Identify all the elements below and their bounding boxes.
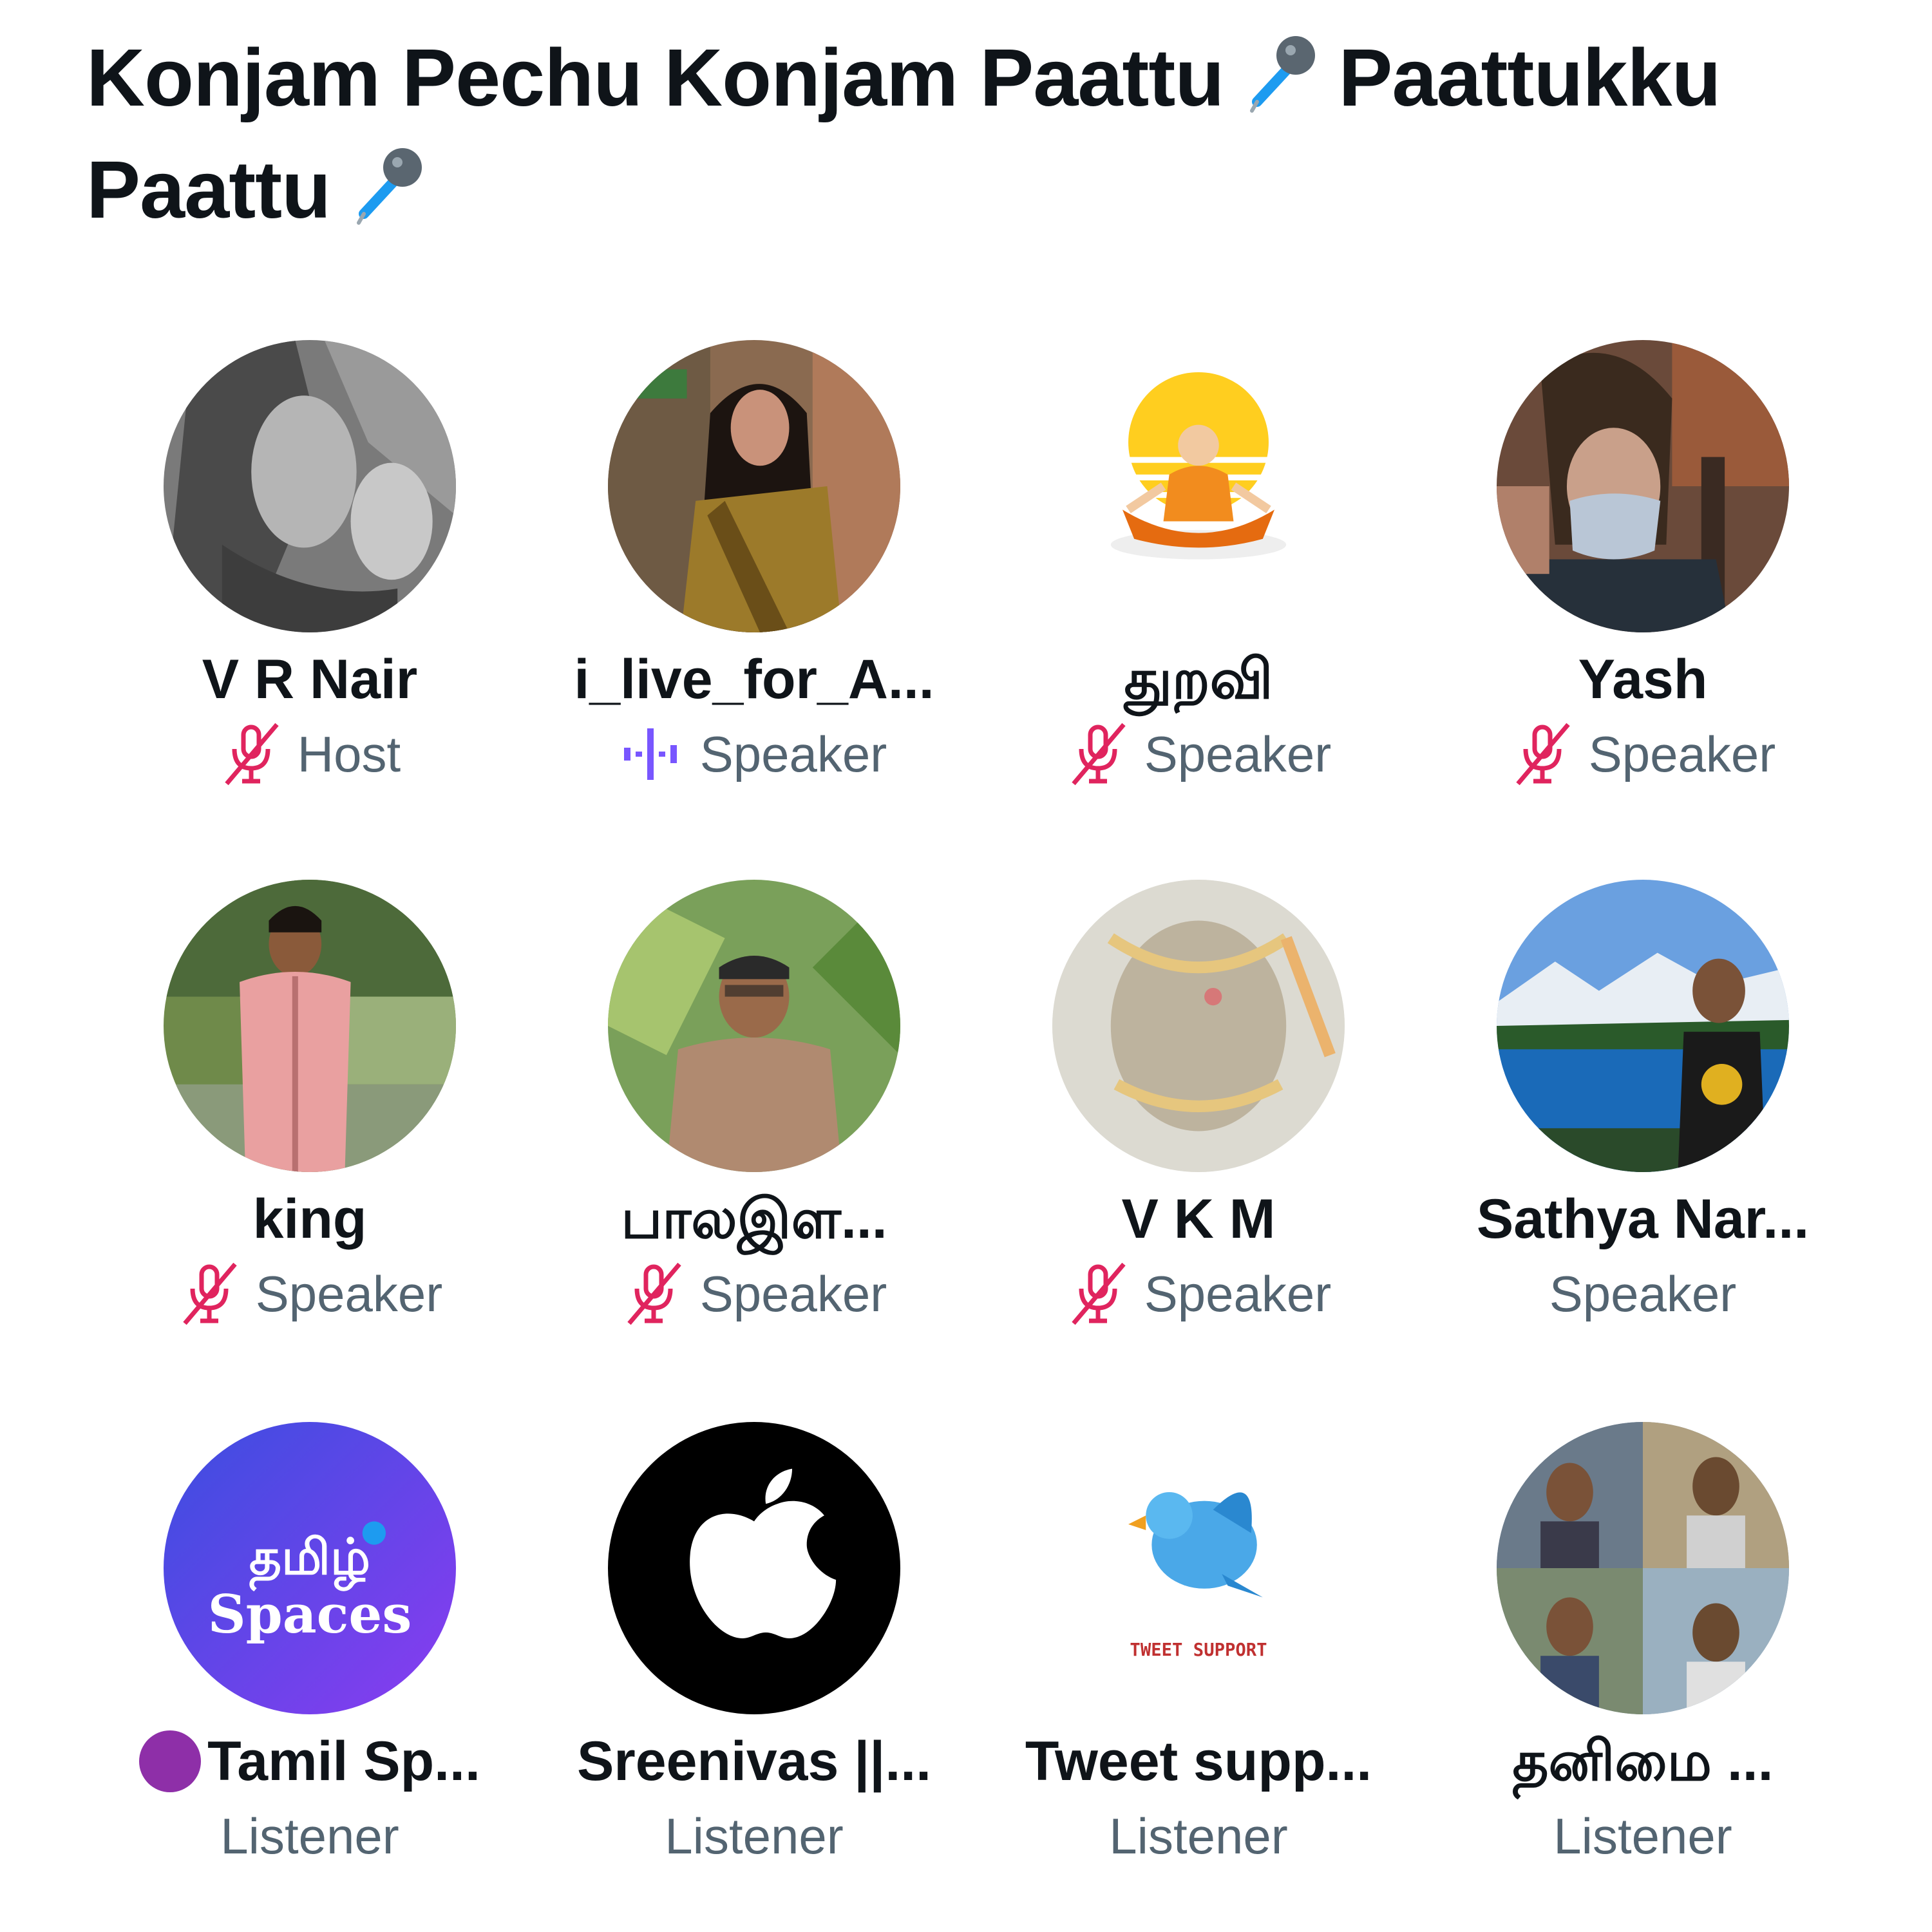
avatar[interactable] (1052, 340, 1345, 632)
participant-role-row: Speaker (177, 1258, 443, 1329)
participant-role: Listener (1109, 1808, 1288, 1864)
participant-role-row: Speaker (1549, 1258, 1737, 1329)
avatar[interactable] (1497, 880, 1789, 1172)
avatar-text: Spaces (208, 1584, 412, 1645)
participant-role: Speaker (1549, 1265, 1737, 1322)
participant-card[interactable]: பாலஇள... Speaker (532, 880, 976, 1343)
avatar-text: TWEET SUPPORT (1130, 1640, 1267, 1660)
purple-circle-icon (139, 1730, 202, 1792)
avatar[interactable] (608, 1422, 900, 1714)
participant-card[interactable]: Sreenivas ||... Listener (532, 1422, 976, 1886)
participant-role: Listener (220, 1808, 399, 1864)
participant-role-row: Listener (665, 1801, 844, 1871)
participant-name: Tamil Sp... (207, 1730, 480, 1792)
participant-name: துறவி (1124, 649, 1273, 710)
participant-name: i_live_for_A... (574, 649, 934, 710)
participant-role-row: Listener (1109, 1801, 1288, 1871)
participant-role-row: Speaker (1510, 719, 1776, 790)
participant-name: Yash (1578, 649, 1708, 710)
participant-card[interactable]: V R Nair Host (88, 340, 532, 804)
participant-role: Speaker (699, 1265, 887, 1322)
participant-name: V K M (1121, 1188, 1276, 1250)
avatar[interactable] (1497, 1422, 1789, 1714)
participant-card[interactable]: Sathya Nar... Speaker (1421, 880, 1865, 1343)
microphone-muted-icon (1072, 723, 1126, 786)
microphone-muted-icon (225, 723, 279, 786)
participant-role-row: Speaker (621, 1258, 887, 1329)
participant-name: Sreenivas ||... (576, 1730, 932, 1792)
participant-role: Listener (665, 1808, 844, 1864)
participant-role-row: Speaker (621, 719, 887, 790)
participant-name: பாலஇள... (621, 1188, 887, 1250)
speaking-waveform-icon (623, 728, 677, 780)
participant-role-row: Host (219, 719, 401, 790)
participant-card[interactable]: துறவி Speaker (976, 340, 1421, 804)
avatar-text: தமிழ் (249, 1528, 370, 1592)
microphone-muted-icon (1072, 1262, 1126, 1325)
avatar[interactable] (608, 880, 900, 1172)
avatar[interactable]: தமிழ் Spaces (164, 1422, 456, 1714)
avatar[interactable]: TWEET SUPPORT (1052, 1422, 1345, 1714)
participants-grid: V R Nair Host i_live_for_A... Speaker து… (0, 0, 1932, 1932)
avatar[interactable] (1497, 340, 1789, 632)
participant-name: king (252, 1188, 367, 1250)
participant-card[interactable]: தனிமை ... Listener (1421, 1422, 1865, 1886)
participant-role: Speaker (255, 1265, 443, 1322)
participant-name-row: Tamil Sp... (139, 1726, 480, 1797)
participant-card[interactable]: king Speaker (88, 880, 532, 1343)
avatar[interactable] (1052, 880, 1345, 1172)
participant-role: Speaker (1588, 726, 1776, 782)
participant-role-row: Speaker (1066, 1258, 1332, 1329)
participant-card[interactable]: V K M Speaker (976, 880, 1421, 1343)
participant-role: Listener (1553, 1808, 1732, 1864)
participant-name: V R Nair (202, 649, 418, 710)
participant-card[interactable]: TWEET SUPPORT Tweet supp... Listener (976, 1422, 1421, 1886)
participant-role: Speaker (1144, 726, 1332, 782)
participant-card[interactable]: i_live_for_A... Speaker (532, 340, 976, 804)
avatar[interactable] (164, 340, 456, 632)
microphone-muted-icon (627, 1262, 681, 1325)
participant-role-row: Listener (1553, 1801, 1732, 1871)
microphone-muted-icon (183, 1262, 237, 1325)
participant-role: Speaker (699, 726, 887, 782)
participant-role: Speaker (1144, 1265, 1332, 1322)
avatar[interactable] (164, 880, 456, 1172)
participant-name: Tweet supp... (1025, 1730, 1372, 1792)
participant-role: Host (297, 726, 401, 782)
participant-card[interactable]: Yash Speaker (1421, 340, 1865, 804)
participant-card[interactable]: தமிழ் Spaces Tamil Sp... Listener (88, 1422, 532, 1886)
participant-role-row: Speaker (1066, 719, 1332, 790)
avatar[interactable] (608, 340, 900, 632)
participant-name: தனிமை ... (1512, 1730, 1774, 1792)
participant-role-row: Listener (220, 1801, 399, 1871)
microphone-muted-icon (1516, 723, 1570, 786)
participant-name: Sathya Nar... (1476, 1188, 1810, 1250)
